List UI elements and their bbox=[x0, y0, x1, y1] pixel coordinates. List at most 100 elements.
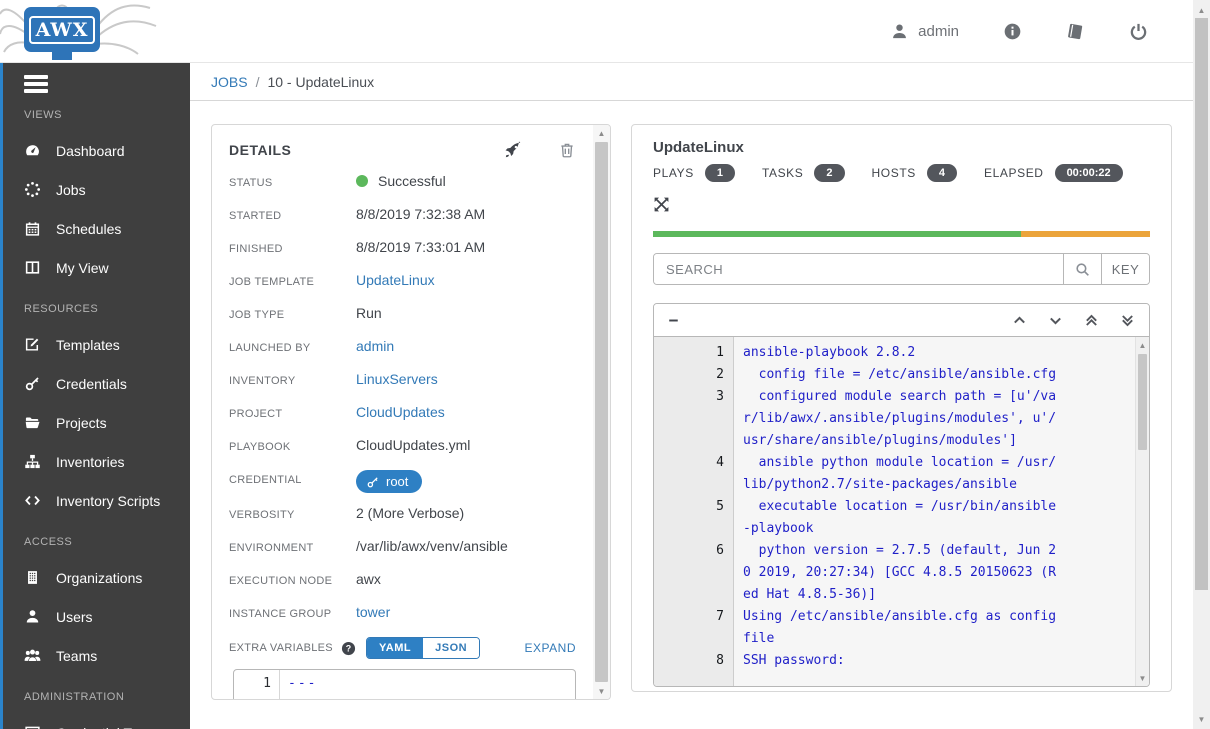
cloudupdates-link[interactable]: CloudUpdates bbox=[356, 404, 445, 420]
tower-link[interactable]: tower bbox=[356, 604, 390, 620]
detail-row-playbook: PLAYBOOK CloudUpdates.yml bbox=[229, 437, 576, 458]
editor-content: --- bbox=[288, 676, 318, 691]
console-line-3: 3 configured module search path = [u'/va… bbox=[654, 386, 1149, 452]
sidebar-item-schedules[interactable]: Schedules bbox=[3, 209, 190, 248]
line-text: config file = /etc/ansible/ansible.cfg bbox=[743, 367, 1057, 382]
detail-value-inventory: LinuxServers bbox=[356, 371, 438, 387]
stat-label: TASKS bbox=[761, 166, 804, 180]
line-number: 7 bbox=[716, 609, 724, 624]
collapse-minus-icon[interactable] bbox=[668, 314, 681, 327]
sidebar-item-templates[interactable]: Templates bbox=[3, 325, 190, 364]
sidebar-item-credential-types[interactable]: Credential Types bbox=[3, 713, 190, 729]
search-button[interactable] bbox=[1063, 254, 1101, 284]
stat-badge: 00:00:22 bbox=[1054, 164, 1123, 182]
line-number: 8 bbox=[716, 653, 724, 668]
sidebar-item-label: Templates bbox=[56, 336, 120, 353]
detail-label: CREDENTIAL bbox=[229, 474, 302, 486]
help-question-icon[interactable]: ? bbox=[341, 641, 356, 656]
info-icon[interactable] bbox=[1003, 22, 1022, 41]
sidebar-item-users[interactable]: Users bbox=[3, 597, 190, 636]
user-menu[interactable]: admin bbox=[890, 22, 959, 41]
detail-value-job-type: Run bbox=[356, 305, 382, 321]
detail-value-environment: /var/lib/awx/venv/ansible bbox=[356, 538, 508, 554]
relaunch-rocket-icon[interactable] bbox=[504, 141, 522, 159]
scroll-up-arrow[interactable]: ▲ bbox=[1136, 337, 1149, 353]
menu-toggle-icon[interactable] bbox=[24, 75, 48, 93]
scroll-down-arrow[interactable]: ▼ bbox=[1193, 711, 1210, 727]
sidebar-item-label: Inventories bbox=[56, 453, 125, 470]
updatelinux-link[interactable]: UpdateLinux bbox=[356, 272, 435, 288]
awx-logo[interactable]: AWX bbox=[0, 0, 160, 62]
line-number: 3 bbox=[716, 389, 724, 404]
sidebar-item-inventory-scripts[interactable]: Inventory Scripts bbox=[3, 481, 190, 520]
details-scrollbar[interactable]: ▲ ▼ bbox=[593, 125, 610, 699]
detail-row-finished: FINISHED 8/8/2019 7:33:01 AM bbox=[229, 239, 576, 260]
page-scrollbar[interactable]: ▲ ▼ bbox=[1193, 0, 1210, 729]
scroll-up-arrow[interactable]: ▲ bbox=[593, 125, 610, 141]
detail-value-started: 8/8/2019 7:32:38 AM bbox=[356, 206, 486, 222]
scroll-previous-icon[interactable] bbox=[1012, 313, 1027, 328]
organizations-icon bbox=[24, 569, 41, 586]
scroll-up-arrow[interactable]: ▲ bbox=[1193, 2, 1210, 18]
sidebar-item-credentials[interactable]: Credentials bbox=[3, 364, 190, 403]
scroll-thumb[interactable] bbox=[1195, 18, 1208, 590]
line-number: 5 bbox=[716, 499, 724, 514]
search-input[interactable] bbox=[654, 254, 1063, 284]
schedules-icon bbox=[24, 220, 41, 237]
details-panel: DETAILS STATUS Successful STARTED 8/8/2019 … bbox=[211, 124, 611, 700]
scroll-bottom-icon[interactable] bbox=[1120, 313, 1135, 328]
detail-label: JOB TEMPLATE bbox=[229, 276, 315, 288]
top-header: AWX admin bbox=[0, 0, 1193, 63]
extra-variables-editor[interactable]: 1 --- bbox=[233, 669, 576, 699]
credentials-icon bbox=[24, 375, 41, 392]
detail-value-project: CloudUpdates bbox=[356, 404, 445, 420]
delete-trash-icon[interactable] bbox=[558, 141, 576, 159]
breadcrumb-separator: / bbox=[255, 73, 260, 90]
linuxservers-link[interactable]: LinuxServers bbox=[356, 371, 438, 387]
console-line-2: 2 config file = /etc/ansible/ansible.cfg bbox=[654, 364, 1149, 386]
scroll-down-arrow[interactable]: ▼ bbox=[593, 683, 610, 699]
scroll-top-icon[interactable] bbox=[1084, 313, 1099, 328]
stat-badge: 1 bbox=[704, 164, 735, 182]
console-scrollbar[interactable]: ▲ ▼ bbox=[1135, 337, 1149, 686]
admin-link[interactable]: admin bbox=[356, 338, 394, 354]
sidebar-item-projects[interactable]: Projects bbox=[3, 403, 190, 442]
sidebar-item-my-view[interactable]: My View bbox=[3, 248, 190, 287]
console-toolbar bbox=[654, 304, 1149, 337]
yaml-toggle-button[interactable]: YAML bbox=[366, 638, 424, 658]
breadcrumb-jobs-link[interactable]: JOBS bbox=[211, 74, 248, 90]
console-line-6: 6 python version = 2.7.5 (default, Jun 2… bbox=[654, 540, 1149, 606]
sidebar-item-label: My View bbox=[56, 259, 109, 276]
sidebar-item-label: Organizations bbox=[56, 569, 143, 586]
sidebar-item-dashboard[interactable]: Dashboard bbox=[3, 131, 190, 170]
console-line-7: 7 Using /etc/ansible/ansible.cfg as confi… bbox=[654, 606, 1149, 650]
detail-label: STATUS bbox=[229, 177, 273, 189]
key-button[interactable]: KEY bbox=[1101, 254, 1149, 284]
sidebar-item-inventories[interactable]: Inventories bbox=[3, 442, 190, 481]
breadcrumb-current: 10 - UpdateLinux bbox=[267, 73, 375, 90]
fullscreen-expand-icon[interactable] bbox=[653, 196, 670, 213]
output-search: KEY bbox=[653, 253, 1150, 285]
logo-screen: AWX bbox=[24, 7, 100, 52]
sidebar-item-jobs[interactable]: Jobs bbox=[3, 170, 190, 209]
scroll-down-arrow[interactable]: ▼ bbox=[1136, 670, 1149, 686]
search-icon bbox=[1074, 261, 1091, 278]
detail-row-instance-group: INSTANCE GROUP tower bbox=[229, 604, 576, 625]
docs-book-icon[interactable] bbox=[1066, 22, 1085, 41]
sidebar-item-teams[interactable]: Teams bbox=[3, 636, 190, 675]
sidebar-item-label: Users bbox=[56, 608, 93, 625]
detail-label: PROJECT bbox=[229, 408, 283, 420]
scroll-thumb[interactable] bbox=[595, 142, 608, 682]
sidebar-item-organizations[interactable]: Organizations bbox=[3, 558, 190, 597]
console-line-5: 5 executable location = /usr/bin/ansible… bbox=[654, 496, 1149, 540]
detail-row-execution-node: EXECUTION NODE awx bbox=[229, 571, 576, 592]
power-logout-icon[interactable] bbox=[1129, 22, 1148, 41]
line-text: ansible python module location = /usr/li… bbox=[743, 455, 1057, 492]
json-toggle-button[interactable]: JSON bbox=[423, 638, 480, 658]
scroll-thumb[interactable] bbox=[1138, 354, 1147, 450]
expand-variables-link[interactable]: EXPAND bbox=[525, 641, 576, 655]
detail-row-credential: CREDENTIAL root bbox=[229, 470, 576, 493]
scroll-next-icon[interactable] bbox=[1048, 313, 1063, 328]
console-lines: 1 ansible-playbook 2.8.2 2 config file = /… bbox=[654, 337, 1149, 672]
credential-chip[interactable]: root bbox=[356, 470, 423, 493]
